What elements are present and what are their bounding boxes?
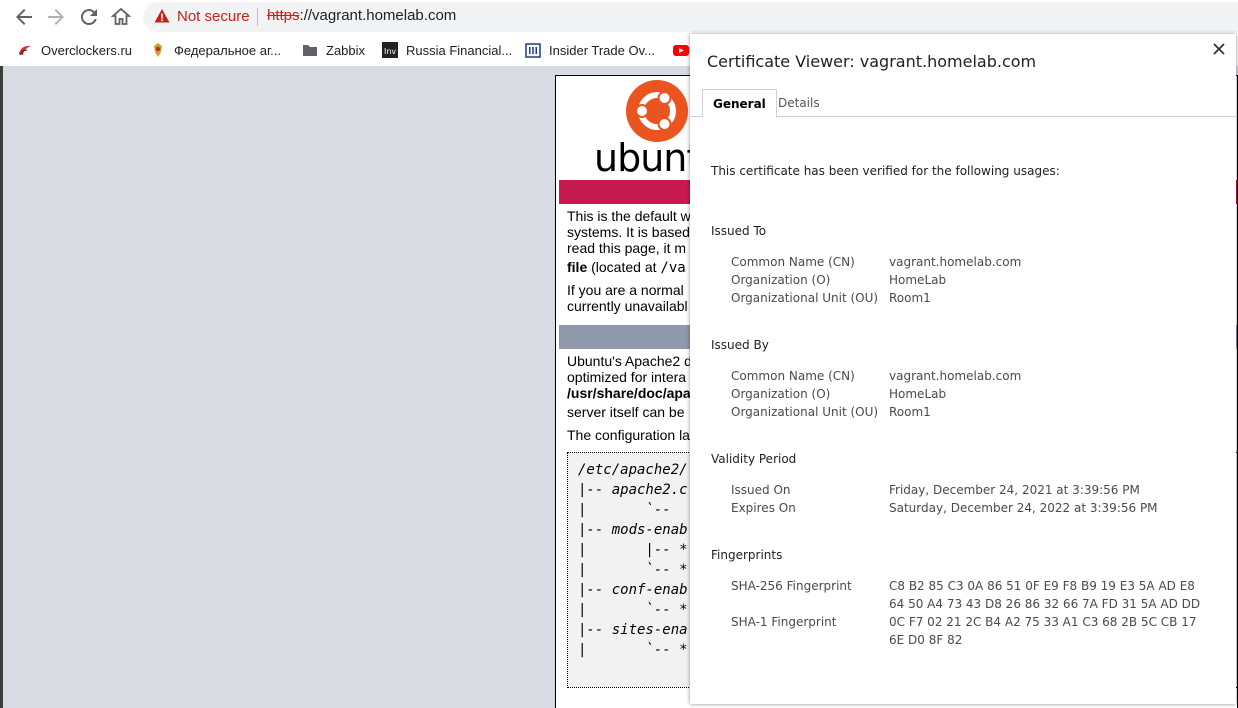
back-icon[interactable] — [12, 5, 36, 29]
folder-icon — [303, 45, 317, 56]
intro-line-3: read this page, it m — [567, 240, 687, 256]
tree-line: /etc/apache2/ — [578, 462, 688, 478]
browser-window: Not secure https://vagrant.homelab.com O… — [0, 0, 1238, 708]
ubuntu-logo-icon — [626, 80, 688, 142]
sha1-value-line-2: 6E D0 8F 82 — [889, 633, 963, 647]
bookmark-insider-trade[interactable]: Insider Trade Ov... — [525, 41, 655, 59]
issued-by-ou-label: Organizational Unit (OU) — [731, 405, 879, 419]
issued-to-o-label: Organization (O) — [731, 273, 831, 287]
config-line-1: Ubuntu's Apache2 d — [567, 353, 692, 369]
intro-line-4: file (located at /va — [567, 259, 686, 276]
dialog-tabs: General Details — [690, 89, 1236, 118]
sha256-value-line-1: C8 B2 85 C3 0A 86 51 0F E9 F8 B9 19 E3 5… — [889, 579, 1195, 593]
issued-on-label: Issued On — [731, 483, 791, 497]
dialog-title: Certificate Viewer: vagrant.homelab.com — [707, 52, 1037, 71]
normal-user-line-1: If you are a normal — [567, 282, 684, 298]
issued-to-cn-label: Common Name (CN) — [731, 255, 855, 269]
issued-to-ou-value: Room1 — [889, 291, 931, 305]
issued-to-ou-label: Organizational Unit (OU) — [731, 291, 879, 305]
tree-line: | `-- * — [578, 602, 688, 618]
config-line-2: optimized for intera — [567, 369, 687, 385]
issued-by-heading: Issued By — [711, 338, 769, 352]
validity-heading: Validity Period — [711, 452, 797, 466]
bookmark-russia-financial[interactable]: Inv Russia Financial... — [382, 41, 512, 59]
tree-line: | |-- * — [578, 542, 688, 558]
doc-path-bold: /usr/share/doc/apa — [567, 385, 691, 401]
intro-bold-file: file — [567, 259, 588, 275]
issued-by-ou-value: Room1 — [889, 405, 931, 419]
investing-icon: Inv — [382, 42, 398, 58]
address-bar[interactable]: Not secure https://vagrant.homelab.com — [143, 2, 1238, 32]
fingerprints-heading: Fingerprints — [711, 548, 783, 562]
building-icon — [525, 43, 541, 58]
bookmark-overclockers[interactable]: Overclockers.ru — [17, 41, 132, 59]
sha1-value-line-1: 0C F7 02 21 2C B4 A2 75 33 A1 C3 68 2B 5… — [889, 615, 1197, 629]
bookmark-federal-agency[interactable]: Федеральное аг... — [150, 41, 281, 59]
issued-to-o-value: HomeLab — [889, 273, 947, 287]
url-text[interactable]: https://vagrant.homelab.com — [267, 7, 456, 24]
verified-usages-text: This certificate has been verified for t… — [711, 164, 1060, 178]
warning-icon[interactable] — [154, 8, 170, 24]
issued-by-cn-value: vagrant.homelab.com — [889, 369, 1022, 383]
intro-line-2: systems. It is based — [567, 224, 690, 240]
issued-to-cn-value: vagrant.homelab.com — [889, 255, 1022, 269]
issued-by-cn-label: Common Name (CN) — [731, 369, 855, 383]
intro-path: /va — [660, 260, 686, 276]
intro-line-1: This is the default w — [567, 208, 691, 224]
normal-user-line-2: currently unavailabl — [567, 298, 688, 314]
sha1-label: SHA-1 Fingerprint — [731, 615, 837, 629]
bookmark-label: Overclockers.ru — [41, 42, 133, 58]
issued-by-o-label: Organization (O) — [731, 387, 831, 401]
svg-text:Inv: Inv — [384, 47, 396, 56]
expires-on-label: Expires On — [731, 501, 796, 515]
tree-line: | `-- * — [578, 562, 688, 578]
bookmark-label: Insider Trade Ov... — [549, 42, 655, 58]
tree-line: |-- mods-enab — [578, 522, 688, 538]
tab-details[interactable]: Details — [768, 89, 830, 117]
url-scheme: https — [267, 7, 300, 24]
tree-line: | `-- — [578, 502, 688, 518]
tree-line: |-- apache2.c — [578, 482, 688, 498]
reload-icon[interactable] — [77, 5, 101, 29]
browser-toolbar: Not secure https://vagrant.homelab.com — [0, 0, 1238, 34]
omnibox-divider — [257, 8, 258, 26]
tree-line: | `-- * — [578, 642, 688, 658]
expires-on-value: Saturday, December 24, 2022 at 3:39:56 P… — [889, 501, 1158, 515]
emblem-icon — [154, 43, 162, 57]
intro-located-at: (located at — [587, 259, 661, 275]
url-host: ://vagrant.homelab.com — [299, 7, 457, 24]
sha256-value-line-2: 64 50 A4 73 43 D8 26 86 32 66 7A FD 31 5… — [889, 597, 1201, 611]
config-layout-line: The configuration la — [567, 427, 690, 443]
bookmark-zabbix[interactable]: Zabbix — [302, 41, 365, 59]
tree-line: |-- conf-enab — [578, 582, 688, 598]
issued-to-heading: Issued To — [711, 224, 767, 238]
tab-general[interactable]: General — [702, 89, 777, 118]
page-left-edge — [0, 66, 3, 708]
config-line-4: server itself can be — [567, 404, 685, 420]
tree-line: |-- sites-ena — [578, 622, 688, 638]
bookmark-label: Russia Financial... — [406, 42, 513, 58]
sha256-label: SHA-256 Fingerprint — [731, 579, 852, 593]
bookmark-label: Федеральное аг... — [174, 42, 281, 58]
config-line-3: /usr/share/doc/apa — [567, 385, 691, 401]
bookmark-label: Zabbix — [326, 42, 366, 58]
issued-by-o-value: HomeLab — [889, 387, 947, 401]
home-icon[interactable] — [109, 5, 133, 29]
certificate-viewer-dialog: Certificate Viewer: vagrant.homelab.com … — [690, 34, 1236, 704]
forward-icon[interactable] — [44, 5, 68, 29]
issued-on-value: Friday, December 24, 2021 at 3:39:56 PM — [889, 483, 1140, 497]
youtube-icon — [673, 45, 689, 56]
overclockers-icon — [19, 45, 31, 56]
close-icon[interactable] — [1208, 38, 1230, 60]
not-secure-label[interactable]: Not secure — [177, 8, 250, 25]
